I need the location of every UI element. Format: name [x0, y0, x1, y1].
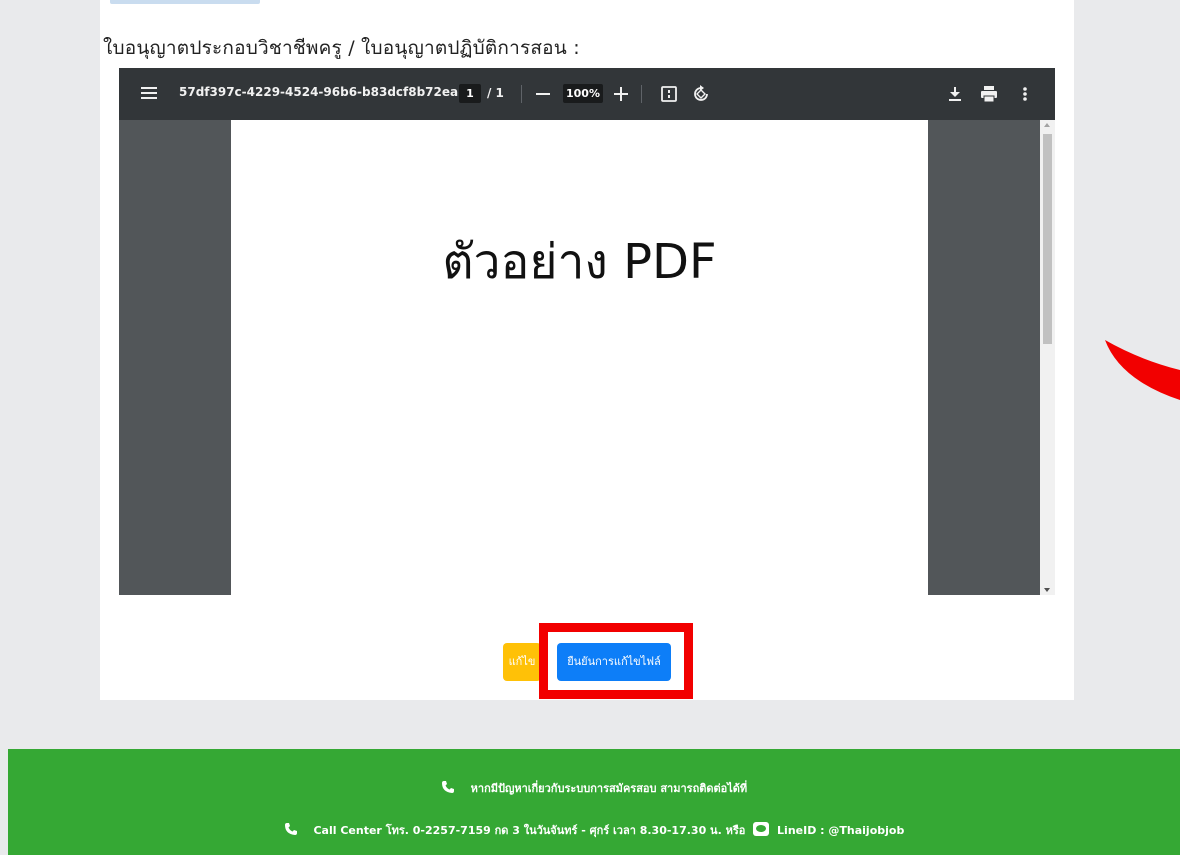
footer-help-line: หากมีปัญหาเกี่ยวกับระบบการสมัครสอบ สามาร… — [8, 779, 1180, 797]
toolbar-divider — [521, 85, 522, 103]
zoom-level-input[interactable]: 100% — [563, 84, 603, 103]
pdf-scrollbar[interactable] — [1040, 120, 1055, 595]
scroll-up-arrow-icon[interactable] — [1044, 123, 1050, 127]
pdf-filename: 57df397c-4229-4524-96b6-b83dcf8b72ea — [179, 85, 459, 99]
confirm-edit-file-button[interactable]: ยืนยันการแก้ไขไฟล์ — [557, 643, 671, 681]
page-number-input[interactable]: 1 — [459, 84, 481, 103]
rotate-icon[interactable] — [689, 81, 713, 107]
pdf-toolbar: 57df397c-4229-4524-96b6-b83dcf8b72ea 1 /… — [119, 68, 1055, 120]
phone-icon — [284, 822, 298, 836]
call-center-text: Call Center โทร. 0-2257-7159 กด 3 ในวันจ… — [313, 824, 746, 837]
line-id-text[interactable]: LineID : @Thaijobjob — [777, 824, 904, 837]
phone-icon — [441, 780, 455, 794]
edit-button[interactable]: แก้ไข — [503, 643, 541, 681]
zoom-out-icon[interactable] — [531, 81, 555, 107]
toolbar-divider — [641, 85, 642, 103]
fit-page-icon[interactable] — [657, 81, 681, 107]
more-options-icon[interactable] — [1013, 81, 1037, 107]
print-icon[interactable] — [977, 81, 1001, 107]
scrollbar-thumb[interactable] — [1043, 134, 1052, 344]
pdf-page-text: ตัวอย่าง PDF — [442, 234, 717, 290]
pdf-page: ตัวอย่าง PDF — [231, 120, 928, 595]
line-app-icon — [753, 822, 770, 836]
document-label: ใบอนุญาตประกอบวิชาชีพครู / ใบอนุญาตปฏิบั… — [103, 37, 580, 59]
footer-help-text: หากมีปัญหาเกี่ยวกับระบบการสมัครสอบ สามาร… — [470, 782, 748, 795]
top-accent-bar — [110, 0, 260, 4]
download-icon[interactable] — [943, 81, 967, 107]
zoom-in-icon[interactable] — [609, 81, 633, 107]
footer-contact-line: Call Center โทร. 0-2257-7159 กด 3 ในวันจ… — [8, 821, 1180, 839]
scroll-down-arrow-icon[interactable] — [1044, 588, 1050, 592]
decorative-red-arc — [1105, 340, 1180, 400]
pdf-viewer[interactable]: 57df397c-4229-4524-96b6-b83dcf8b72ea 1 /… — [119, 68, 1055, 595]
footer: หากมีปัญหาเกี่ยวกับระบบการสมัครสอบ สามาร… — [8, 749, 1180, 855]
page-total: / 1 — [487, 86, 504, 100]
menu-icon[interactable] — [139, 84, 159, 104]
